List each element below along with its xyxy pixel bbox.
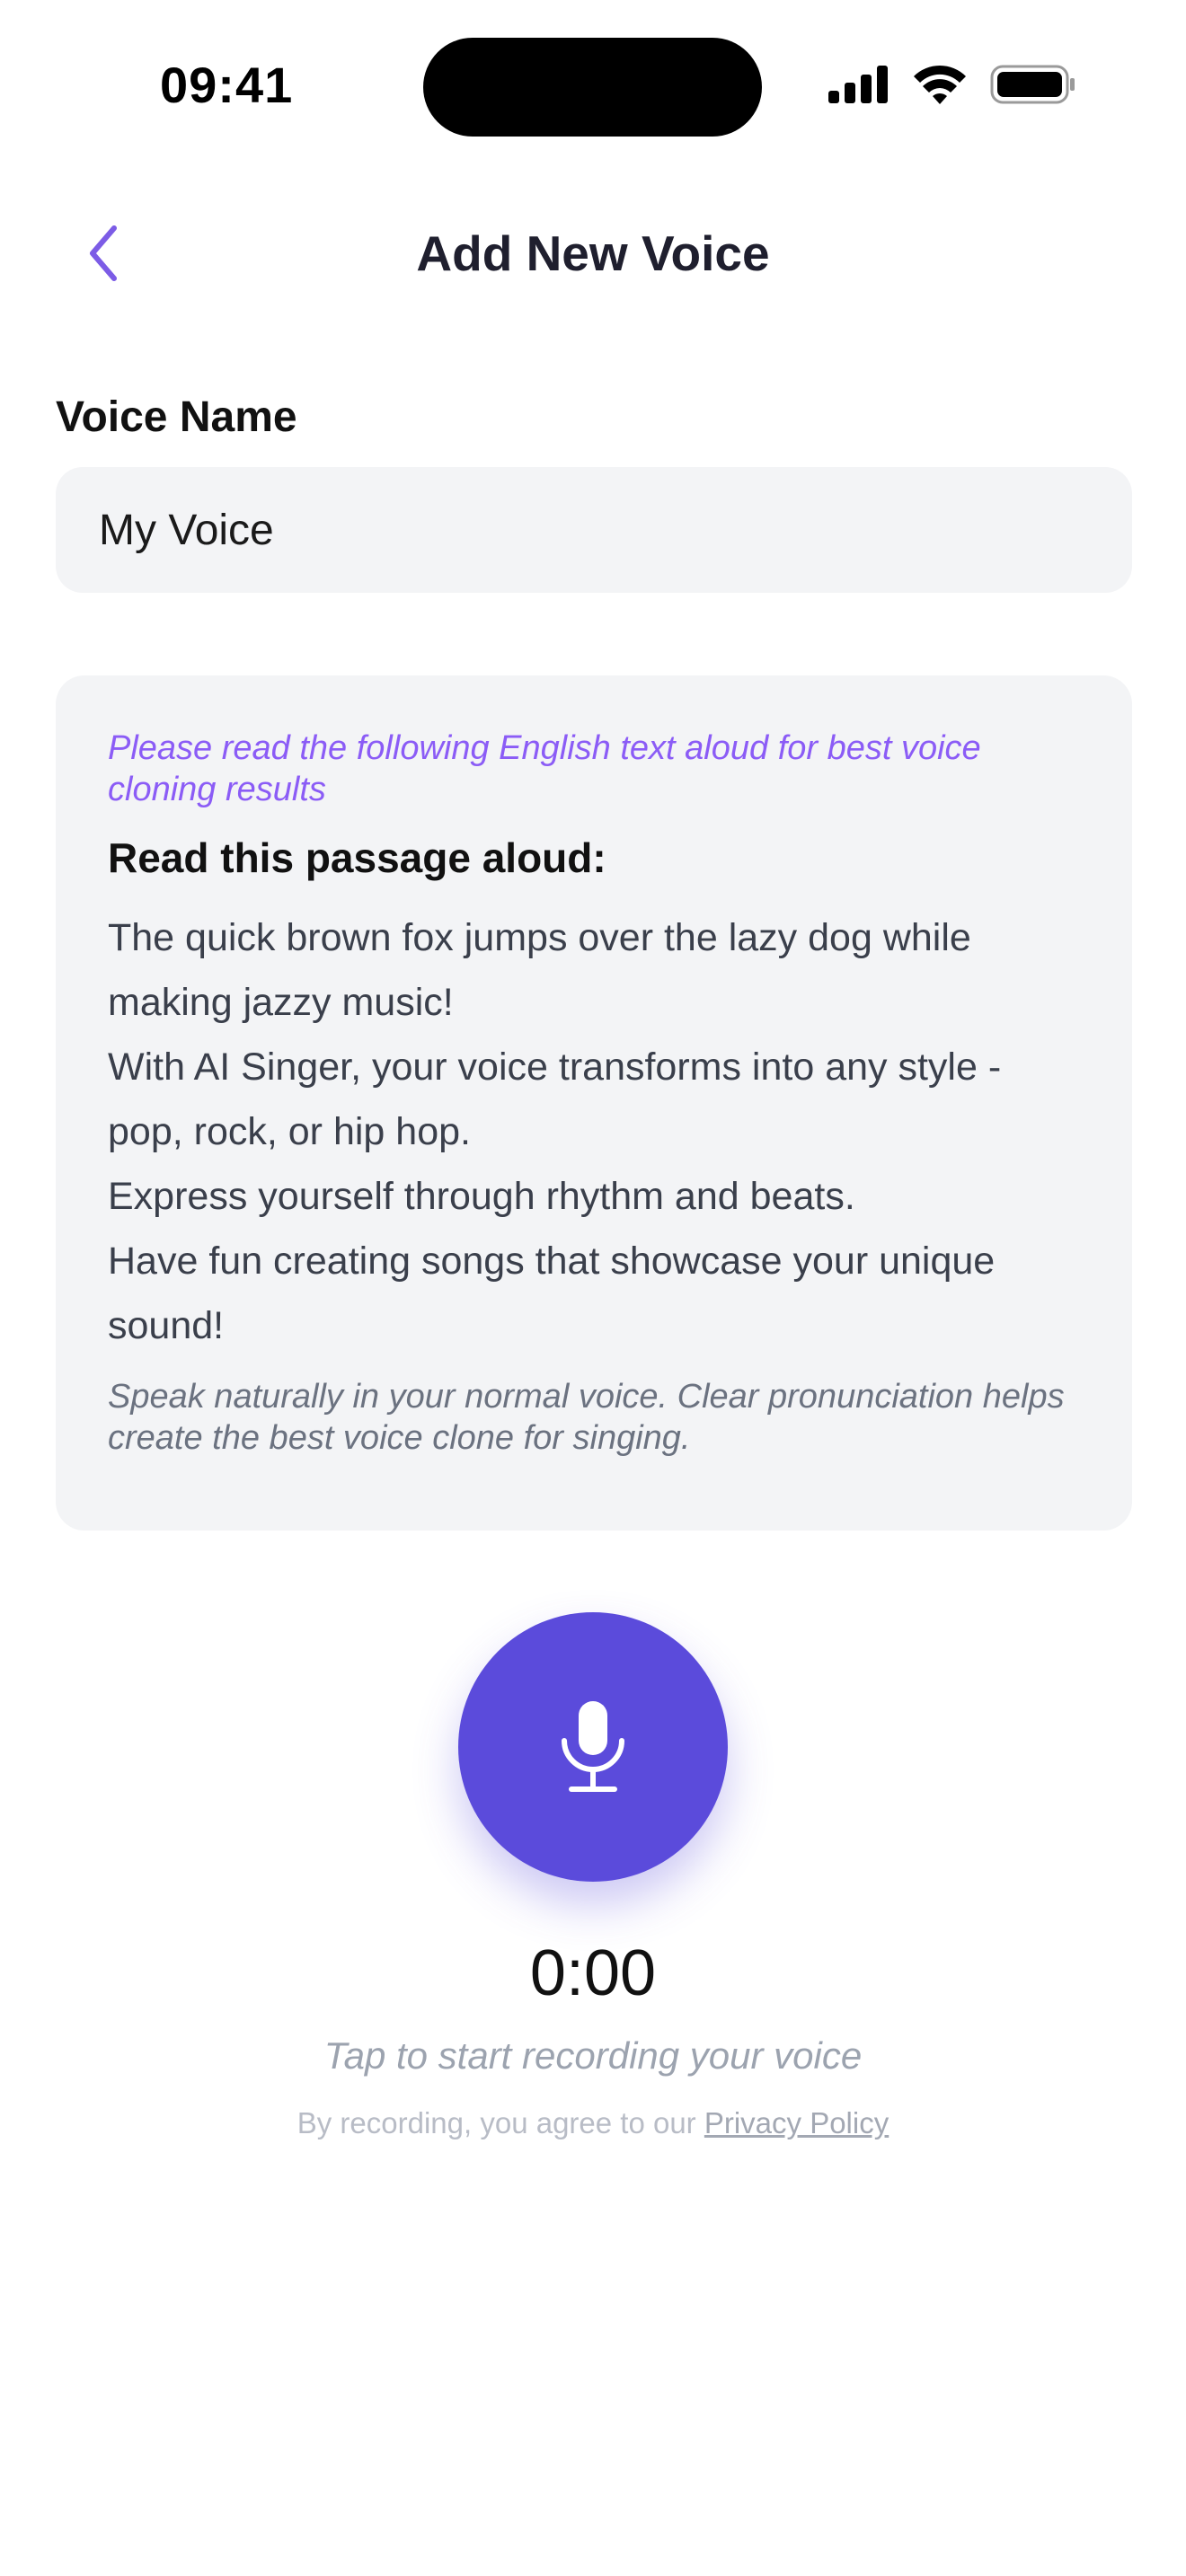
passage-line: The quick brown fox jumps over the lazy … (108, 916, 971, 1024)
battery-icon (990, 65, 1075, 104)
passage-heading: Read this passage aloud: (108, 834, 606, 881)
reading-hint: Please read the following English text a… (108, 729, 981, 808)
microphone-icon (562, 1701, 624, 1792)
passage-line: With AI Singer, your voice transforms in… (108, 1045, 1002, 1153)
dynamic-island (423, 38, 762, 137)
passage-card: Please read the following English text a… (56, 675, 1132, 1531)
passage-line: Have fun creating songs that showcase yo… (108, 1239, 996, 1347)
agreement-text: By recording, you agree to our (296, 2106, 696, 2139)
status-time: 09:41 (160, 57, 294, 113)
record-button[interactable] (458, 1612, 728, 1882)
cellular-signal-icon (828, 66, 888, 103)
recording-timer: 0:00 (529, 1937, 657, 2009)
pronunciation-note: Speak naturally in your normal voice. Cl… (108, 1378, 1065, 1457)
page-title: Add New Voice (416, 225, 770, 281)
passage-line: Express yourself through rhythm and beat… (108, 1175, 855, 1218)
wifi-icon (914, 65, 966, 104)
status-icons (828, 65, 1076, 104)
record-hint: Tap to start recording your voice (323, 2034, 863, 2077)
privacy-agreement: By recording, you agree to our Privacy P… (0, 2106, 1186, 2140)
passage-text: The quick brown fox jumps over the lazy … (108, 905, 1080, 1358)
navigation-bar: Add New Voice (0, 198, 1186, 305)
privacy-policy-link[interactable]: Privacy Policy (704, 2106, 889, 2139)
voice-name-input[interactable] (56, 467, 1132, 593)
status-bar: 09:41 (0, 0, 1186, 171)
voice-name-label: Voice Name (56, 393, 297, 441)
